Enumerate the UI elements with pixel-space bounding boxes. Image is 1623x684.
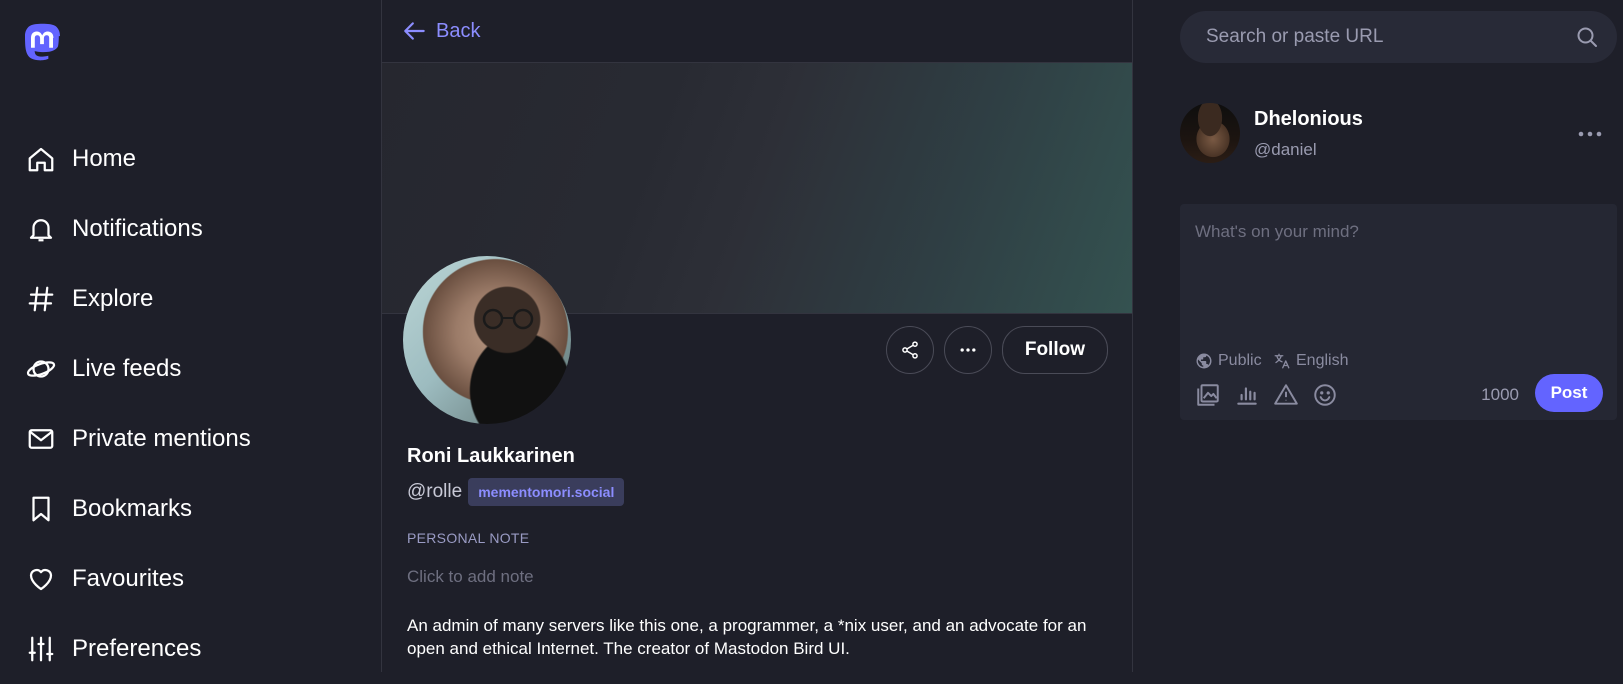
nav-item-label: Home xyxy=(72,145,137,172)
compose-form: What's on your mind? Public English 1000… xyxy=(1180,204,1617,420)
domain-badge[interactable]: mementomori.social xyxy=(468,478,625,506)
right-column: Search or paste URL Dhelonious @daniel W… xyxy=(1133,0,1623,672)
bookmark-icon xyxy=(24,492,58,526)
main-nav: Home Notifications Explore Live feeds Pr… xyxy=(24,124,251,684)
hashtag-icon xyxy=(24,282,58,316)
nav-item-label: Explore xyxy=(72,285,154,312)
language-label: English xyxy=(1296,352,1349,369)
media-upload-icon[interactable] xyxy=(1195,382,1221,408)
nav-item-bookmarks[interactable]: Bookmarks xyxy=(24,474,251,544)
nav-item-label: Private mentions xyxy=(72,425,251,452)
nav-item-label: Live feeds xyxy=(72,355,182,382)
personal-note-label: PERSONAL NOTE xyxy=(407,530,530,546)
character-counter: 1000 xyxy=(1481,385,1519,404)
personal-note-input[interactable]: Click to add note xyxy=(407,567,534,587)
nav-item-home[interactable]: Home xyxy=(24,124,251,194)
search-icon[interactable] xyxy=(1575,25,1599,49)
profile-bio: An admin of many servers like this one, … xyxy=(407,616,1087,658)
profile-display-name: Roni Laukkarinen xyxy=(407,445,575,467)
follow-button[interactable]: Follow xyxy=(1001,326,1108,374)
arrow-left-icon xyxy=(404,22,425,40)
compose-textarea[interactable]: What's on your mind? xyxy=(1195,222,1359,242)
home-icon xyxy=(24,142,58,176)
bell-icon xyxy=(24,212,58,246)
ellipsis-icon xyxy=(960,348,976,352)
nav-item-preferences[interactable]: Preferences xyxy=(24,614,251,684)
sliders-icon xyxy=(24,632,58,666)
account-menu-icon[interactable] xyxy=(1575,124,1605,144)
profile-handle: @rolle xyxy=(407,481,463,502)
language-selector[interactable]: English xyxy=(1273,352,1348,370)
account-avatar[interactable] xyxy=(1180,103,1240,163)
account-handle: @daniel xyxy=(1254,140,1317,159)
profile-handle-row: @rolle mementomori.social xyxy=(407,478,625,506)
glasses-graphic xyxy=(482,308,534,330)
post-button[interactable]: Post xyxy=(1535,374,1603,412)
nav-item-explore[interactable]: Explore xyxy=(24,264,251,334)
mastodon-logo-icon[interactable] xyxy=(22,22,62,64)
nav-item-label: Preferences xyxy=(72,635,202,662)
share-icon xyxy=(902,341,918,359)
nav-item-label: Favourites xyxy=(72,565,185,592)
emoji-icon[interactable] xyxy=(1312,382,1338,408)
planet-icon xyxy=(24,352,58,386)
heart-icon xyxy=(24,562,58,596)
left-sidebar: Home Notifications Explore Live feeds Pr… xyxy=(0,0,382,672)
more-options-button[interactable] xyxy=(943,326,992,374)
share-button[interactable] xyxy=(885,326,934,374)
envelope-icon xyxy=(24,422,58,456)
account-name[interactable]: Dhelonious xyxy=(1254,108,1363,131)
nav-item-favourites[interactable]: Favourites xyxy=(24,544,251,614)
nav-item-notifications[interactable]: Notifications xyxy=(24,194,251,264)
content-warning-icon[interactable] xyxy=(1273,382,1299,408)
nav-item-label: Bookmarks xyxy=(72,495,193,522)
profile-actions: Follow xyxy=(885,326,1108,374)
visibility-label: Public xyxy=(1218,352,1262,369)
poll-icon[interactable] xyxy=(1234,382,1260,408)
profile-avatar[interactable] xyxy=(403,256,571,424)
nav-item-label: Notifications xyxy=(72,215,203,242)
globe-icon xyxy=(1196,353,1212,369)
back-button[interactable]: Back xyxy=(382,0,1132,63)
visibility-selector[interactable]: Public xyxy=(1195,352,1262,370)
nav-item-private-mentions[interactable]: Private mentions xyxy=(24,404,251,474)
search-input[interactable]: Search or paste URL xyxy=(1180,11,1617,63)
nav-item-live-feeds[interactable]: Live feeds xyxy=(24,334,251,404)
translate-icon xyxy=(1274,353,1290,369)
back-label: Back xyxy=(436,19,481,42)
search-placeholder: Search or paste URL xyxy=(1206,26,1384,47)
profile-column: Back Follow Roni Laukkarinen @rolle meme… xyxy=(382,0,1133,672)
